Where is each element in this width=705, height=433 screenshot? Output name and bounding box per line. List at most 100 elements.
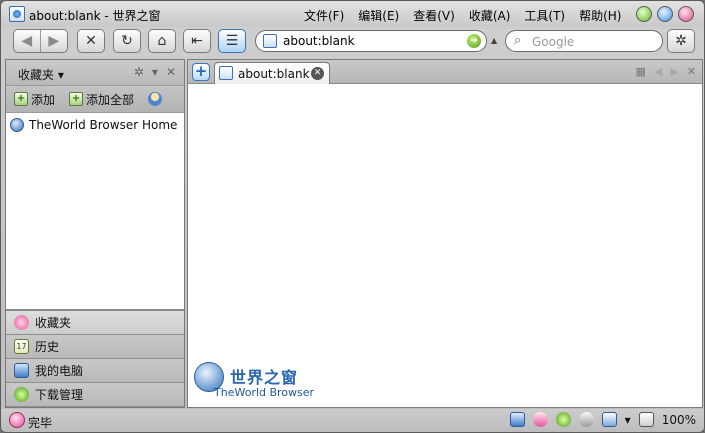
sidebar-title: 收藏夹 <box>18 68 55 82</box>
computer-icon <box>14 363 29 378</box>
sidebar-title-dropdown[interactable]: 收藏夹 ▾ <box>18 66 64 83</box>
gear-icon[interactable]: ✲ <box>134 65 144 79</box>
address-input[interactable]: about:blank <box>283 34 355 48</box>
sidebar-menu-icon[interactable]: ▾ <box>152 65 158 79</box>
security-dropdown-icon[interactable]: ▾ <box>625 413 631 427</box>
zoom-level[interactable]: 100% <box>662 413 696 427</box>
navigation-toolbar: ◀ ▶ ✕ ↻ ⌂ ⇤ ☰ about:blank ➜ ▲ ⌕ Google ✲ <box>1 27 704 57</box>
tab-label: about:blank <box>238 67 310 81</box>
menu-edit[interactable]: 编辑(E) <box>358 7 399 24</box>
close-window-button[interactable] <box>678 6 694 22</box>
stop-icon: ✕ <box>85 33 97 49</box>
add-all-label: 添加全部 <box>86 92 135 107</box>
list-item[interactable]: TheWorld Browser Home <box>10 118 177 132</box>
status-tray: ▾ 100% <box>509 412 696 427</box>
search-box[interactable]: ⌕ Google <box>505 30 663 52</box>
title-bar: about:blank - 世界之窗 文件(F) 编辑(E) 查看(V) 收藏(… <box>1 1 704 27</box>
return-icon: ⇤ <box>191 33 203 49</box>
address-bar[interactable]: about:blank ➜ <box>255 30 487 52</box>
security-icon[interactable] <box>601 412 617 427</box>
menu-view[interactable]: 查看(V) <box>413 7 455 24</box>
sidebar: 收藏夹 ▾ ✲ ▾ ✕ + 添加 + 添加全部 TheWorld Browser… <box>5 59 185 408</box>
bug-icon: ✲ <box>675 33 687 49</box>
page-icon <box>219 66 233 80</box>
brand-name-en: TheWorld Browser <box>214 386 315 399</box>
back-forward-group: ◀ ▶ <box>13 29 68 53</box>
tab-scroll-right-icon[interactable]: ▶ <box>670 65 678 78</box>
return-button[interactable]: ⇤ <box>183 29 211 53</box>
menu-file[interactable]: 文件(F) <box>304 7 344 24</box>
close-all-tabs-icon[interactable]: ✕ <box>687 65 696 78</box>
browser-logo-icon <box>9 6 25 22</box>
network-icon[interactable] <box>509 412 525 427</box>
search-input[interactable]: Google <box>532 35 574 49</box>
add-all-button[interactable]: + 添加全部 <box>69 91 134 108</box>
menu-tools[interactable]: 工具(T) <box>524 7 565 24</box>
sidebar-header: 收藏夹 ▾ ✲ ▾ ✕ <box>6 60 184 86</box>
add-icon: + <box>14 92 28 106</box>
search-icon: ⌕ <box>514 33 522 48</box>
minimize-button[interactable] <box>636 6 652 22</box>
panel-label: 下载管理 <box>35 388 84 402</box>
home-icon: ⌂ <box>157 33 167 49</box>
tab-scroll-left-icon[interactable]: ◀ <box>654 65 662 78</box>
menu-help[interactable]: 帮助(H) <box>579 7 621 24</box>
content-area: + about:blank ✕ ▦ ◀ ▶ ✕ 世界之窗 TheWorld Br… <box>187 59 703 408</box>
sidebar-header-controls: ✲ ▾ ✕ <box>134 65 176 79</box>
panel-label: 历史 <box>35 340 60 354</box>
back-button[interactable]: ◀ <box>14 30 41 52</box>
menu-bar: 文件(F) 编辑(E) 查看(V) 收藏(A) 工具(T) 帮助(H) <box>304 7 621 24</box>
chevron-down-icon: ▾ <box>57 68 64 82</box>
sound-icon[interactable] <box>578 412 594 427</box>
status-icon <box>9 412 25 428</box>
new-tab-button[interactable]: + <box>192 63 210 81</box>
brand-name-cn: 世界之窗 <box>230 368 299 387</box>
stop-button[interactable]: ✕ <box>77 29 105 53</box>
globe-icon <box>10 118 24 132</box>
browser-brand: 世界之窗 TheWorld Browser <box>194 362 314 402</box>
heart-icon <box>14 315 29 330</box>
arrow-right-icon: ▶ <box>48 33 60 49</box>
status-text: 完毕 <box>28 416 53 430</box>
maximize-button[interactable] <box>657 6 673 22</box>
sidebar-panels: 收藏夹 17 历史 我的电脑 下载管理 <box>6 309 184 407</box>
bookmark-label: TheWorld Browser Home <box>29 118 178 132</box>
tab-grid-icon[interactable]: ▦ <box>635 65 645 78</box>
panel-favorites[interactable]: 收藏夹 <box>6 311 184 335</box>
forward-button[interactable]: ▶ <box>41 30 67 52</box>
add-favorite-button[interactable]: + 添加 <box>14 91 55 108</box>
home-button[interactable]: ⌂ <box>148 29 176 53</box>
go-icon[interactable]: ➜ <box>467 34 481 48</box>
panel-label: 我的电脑 <box>35 364 84 378</box>
tab-controls: ▦ ◀ ▶ ✕ <box>635 65 696 78</box>
panel-my-computer[interactable]: 我的电脑 <box>6 359 184 383</box>
address-dropdown-icon[interactable]: ▲ <box>491 36 497 45</box>
calendar-icon: 17 <box>14 339 29 354</box>
user-icon[interactable] <box>148 92 163 106</box>
refresh-button[interactable]: ↻ <box>113 29 141 53</box>
tab-about-blank[interactable]: about:blank ✕ <box>214 62 330 84</box>
panel-history[interactable]: 17 历史 <box>6 335 184 359</box>
tab-bar: + about:blank ✕ ▦ ◀ ▶ ✕ <box>188 60 702 84</box>
refresh-icon: ↻ <box>121 33 133 49</box>
menu-favorites[interactable]: 收藏(A) <box>469 7 511 24</box>
panel-downloads[interactable]: 下载管理 <box>6 383 184 407</box>
download-icon <box>14 387 29 402</box>
plugin-button[interactable]: ✲ <box>667 29 695 53</box>
zoom-icon[interactable] <box>638 412 654 427</box>
sidebar-actions: + 添加 + 添加全部 <box>6 86 184 113</box>
download-status-icon[interactable] <box>555 412 571 427</box>
panel-label: 收藏夹 <box>35 316 72 330</box>
add-all-icon: + <box>69 92 84 106</box>
add-favorite-label: 添加 <box>31 92 56 107</box>
close-tab-icon[interactable]: ✕ <box>311 67 324 80</box>
browser-window: about:blank - 世界之窗 文件(F) 编辑(E) 查看(V) 收藏(… <box>0 0 705 433</box>
pen-icon[interactable] <box>532 412 548 427</box>
menu-icon: ☰ <box>225 33 239 49</box>
page-icon <box>263 34 277 48</box>
close-sidebar-icon[interactable]: ✕ <box>166 65 176 79</box>
window-title: about:blank - 世界之窗 <box>29 9 161 23</box>
sidebar-toggle-button[interactable]: ☰ <box>218 29 246 53</box>
arrow-left-icon: ◀ <box>21 33 33 49</box>
status-bar: 完毕 ▾ 100% <box>1 409 704 432</box>
